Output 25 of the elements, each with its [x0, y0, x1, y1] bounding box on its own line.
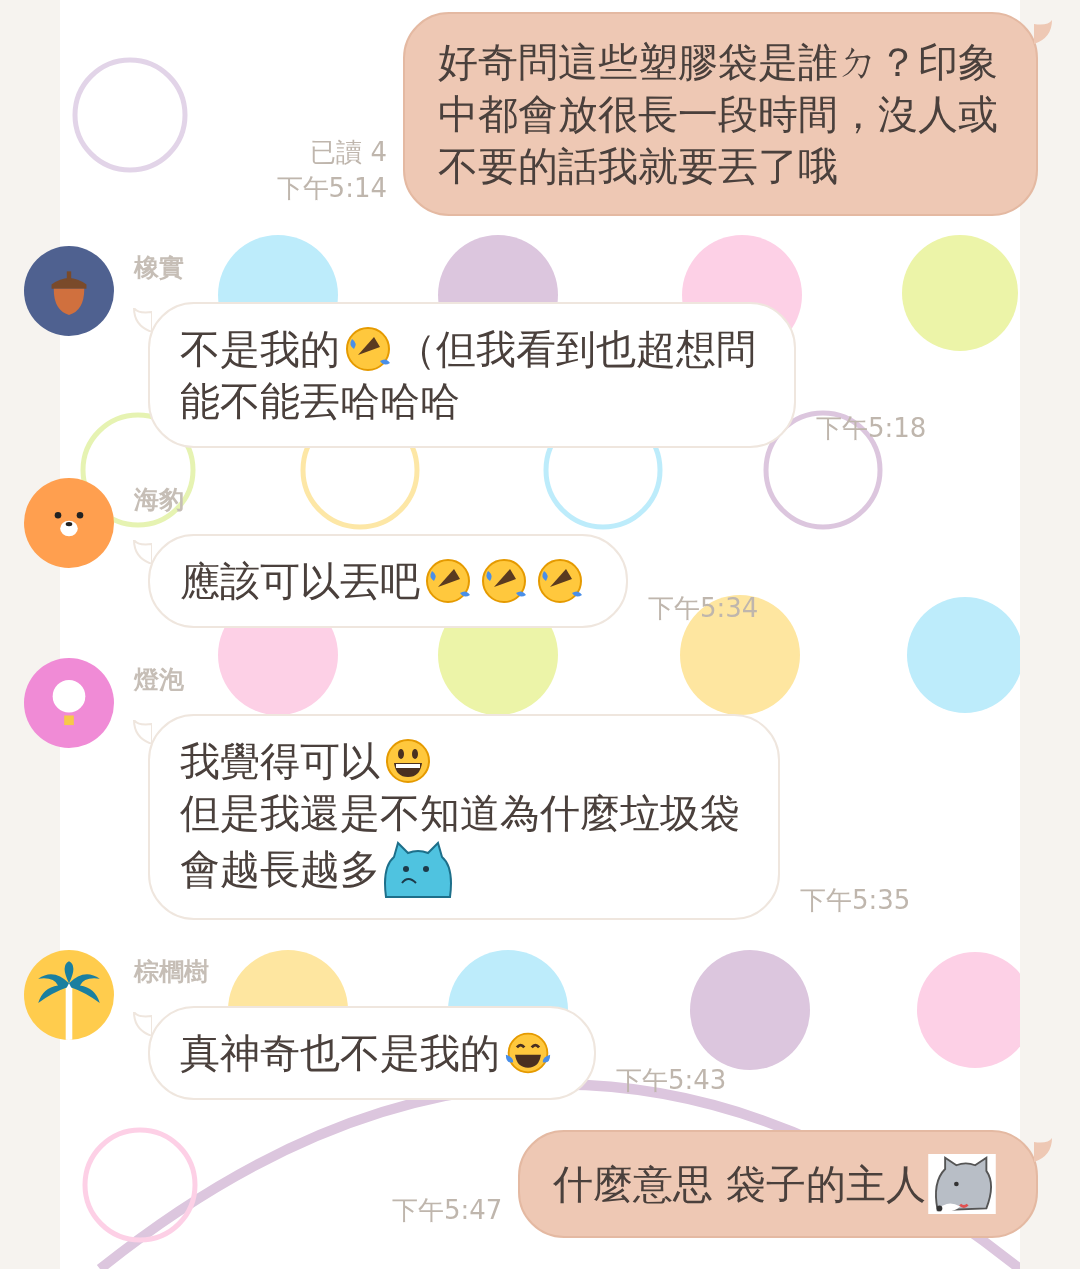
message-text: 但是我還是不知道為什麼垃圾袋 [180, 789, 740, 838]
message-time: 下午5:18 [816, 412, 927, 445]
message-text: 不是我的 [180, 325, 340, 374]
grinning-emoji-icon [384, 737, 432, 785]
message-text: 不要的話我就要丟了哦 [438, 142, 838, 191]
message-text: 我覺得可以 [180, 737, 380, 786]
sender-name: 燈泡 [134, 664, 185, 696]
message-text: 中都會放很長一段時間，沒人或 [438, 90, 998, 139]
message-text: 好奇問這些塑膠袋是誰ㄉ？印象 [438, 38, 998, 87]
message-text: 能不能丟哈哈哈 [180, 377, 460, 426]
message-time: 下午5:34 [648, 592, 759, 625]
message-time: 下午5:43 [616, 1064, 727, 1097]
read-receipt: 已讀 4 [310, 136, 387, 169]
message-time: 下午5:35 [800, 884, 911, 917]
message-text: 應該可以丟吧 [180, 557, 420, 606]
message-text: 會越長越多 [180, 845, 380, 894]
sender-name: 海豹 [134, 484, 185, 516]
message-time: 下午5:14 [276, 172, 387, 205]
sender-name: 橡實 [134, 252, 185, 284]
message-text: 真神奇也不是我的 [180, 1029, 500, 1078]
sender-name: 棕櫚樹 [134, 956, 210, 988]
husky-dog-sticker-icon [926, 1154, 998, 1214]
message-time: 下午5:47 [391, 1194, 503, 1227]
message-text: 什麼意思 袋子的主人 [553, 1160, 926, 1209]
message-text: （但我看到也超想問 [396, 325, 756, 374]
